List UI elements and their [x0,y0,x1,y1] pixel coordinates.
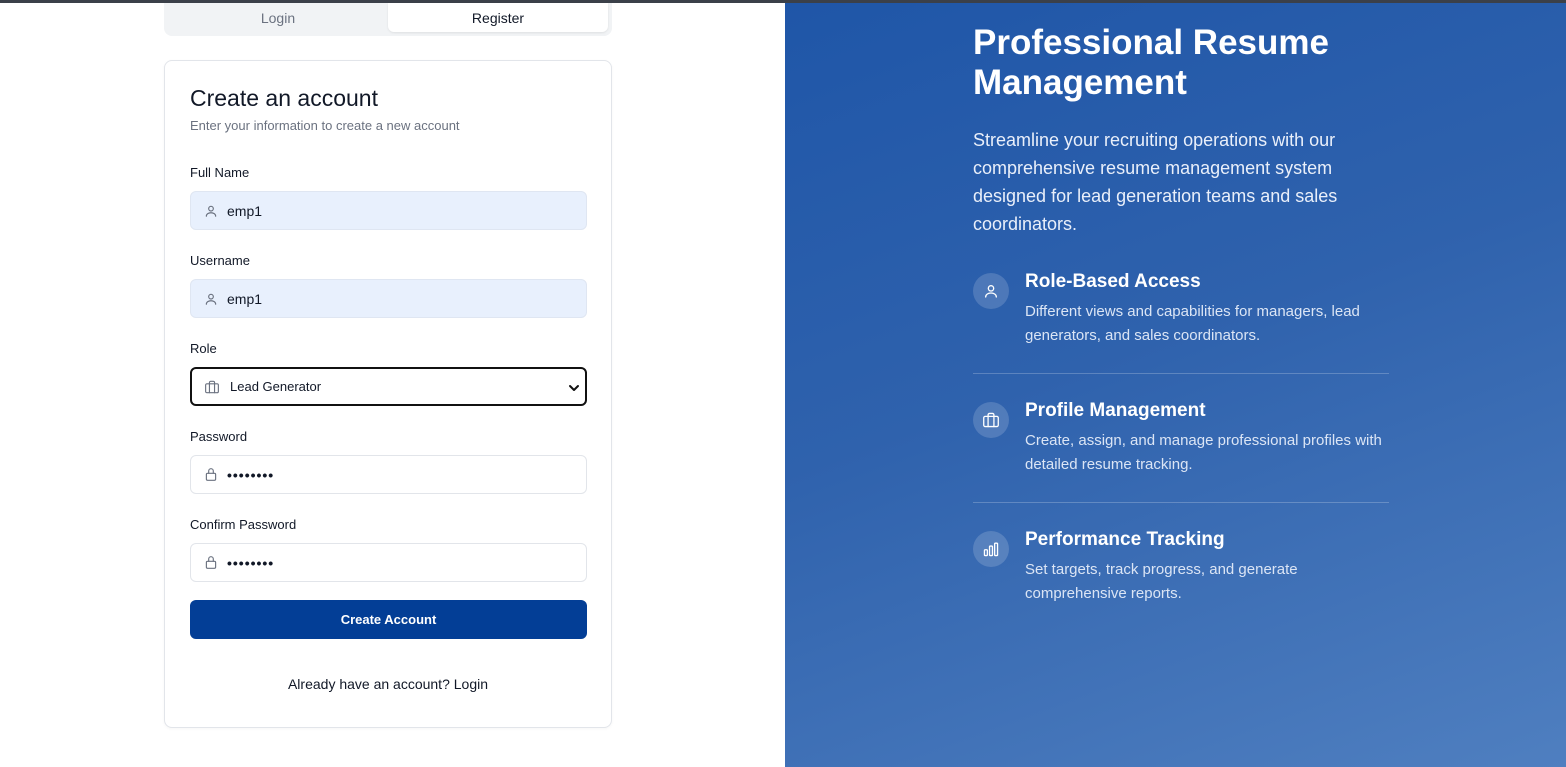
feature-title: Role-Based Access [1025,271,1201,292]
feature-divider [973,373,1389,374]
hero-panel: Professional Resume Management Streamlin… [785,3,1566,767]
card-subtitle: Enter your information to create a new a… [190,118,460,133]
username-field[interactable]: emp1 [190,279,587,318]
feature-description: Create, assign, and manage professional … [1025,432,1382,473]
role-select[interactable]: Lead Generator [190,367,587,406]
password-value: •••••••• [227,466,275,483]
password-field[interactable]: •••••••• [190,455,587,494]
confirm-password-field[interactable]: •••••••• [190,543,587,582]
feature-title: Profile Management [1025,400,1206,421]
feature-description: Set targets, track progress, and generat… [1025,561,1298,602]
user-icon [203,203,219,219]
chevron-down-icon [568,381,580,393]
create-account-button[interactable]: Create Account [190,600,587,639]
confirm-password-label: Confirm Password [190,517,297,532]
lock-icon [203,467,219,483]
feature-description: Different views and capabilities for man… [1025,303,1360,344]
lock-icon [203,555,219,571]
full-name-field[interactable]: emp1 [190,191,587,230]
briefcase-icon [204,379,220,395]
user-icon [973,273,1009,309]
briefcase-icon [973,402,1009,438]
username-value: emp1 [227,290,263,307]
role-value: Lead Generator [230,379,322,394]
hero-description: Streamline your recruiting operations wi… [973,130,1338,234]
password-label: Password [190,429,248,444]
bar-chart-icon [973,531,1009,567]
feature-title: Performance Tracking [1025,529,1225,550]
user-icon [203,291,219,307]
full-name-label: Full Name [190,165,250,180]
tab-register[interactable]: Register [388,3,608,32]
full-name-value: emp1 [227,202,263,219]
login-link[interactable]: Already have an account? Login [165,676,611,692]
hero-title: Professional Resume Management [973,23,1329,102]
username-label: Username [190,253,250,268]
tab-login[interactable]: Login [168,3,388,32]
feature-divider [973,502,1389,503]
register-card: Create an account Enter your information… [164,60,612,728]
confirm-password-value: •••••••• [227,554,275,571]
auth-panel: Login Register Create an account Enter y… [0,3,785,767]
role-label: Role [190,341,217,356]
card-title: Create an account [190,85,378,111]
auth-tabs: Login Register [164,3,612,36]
